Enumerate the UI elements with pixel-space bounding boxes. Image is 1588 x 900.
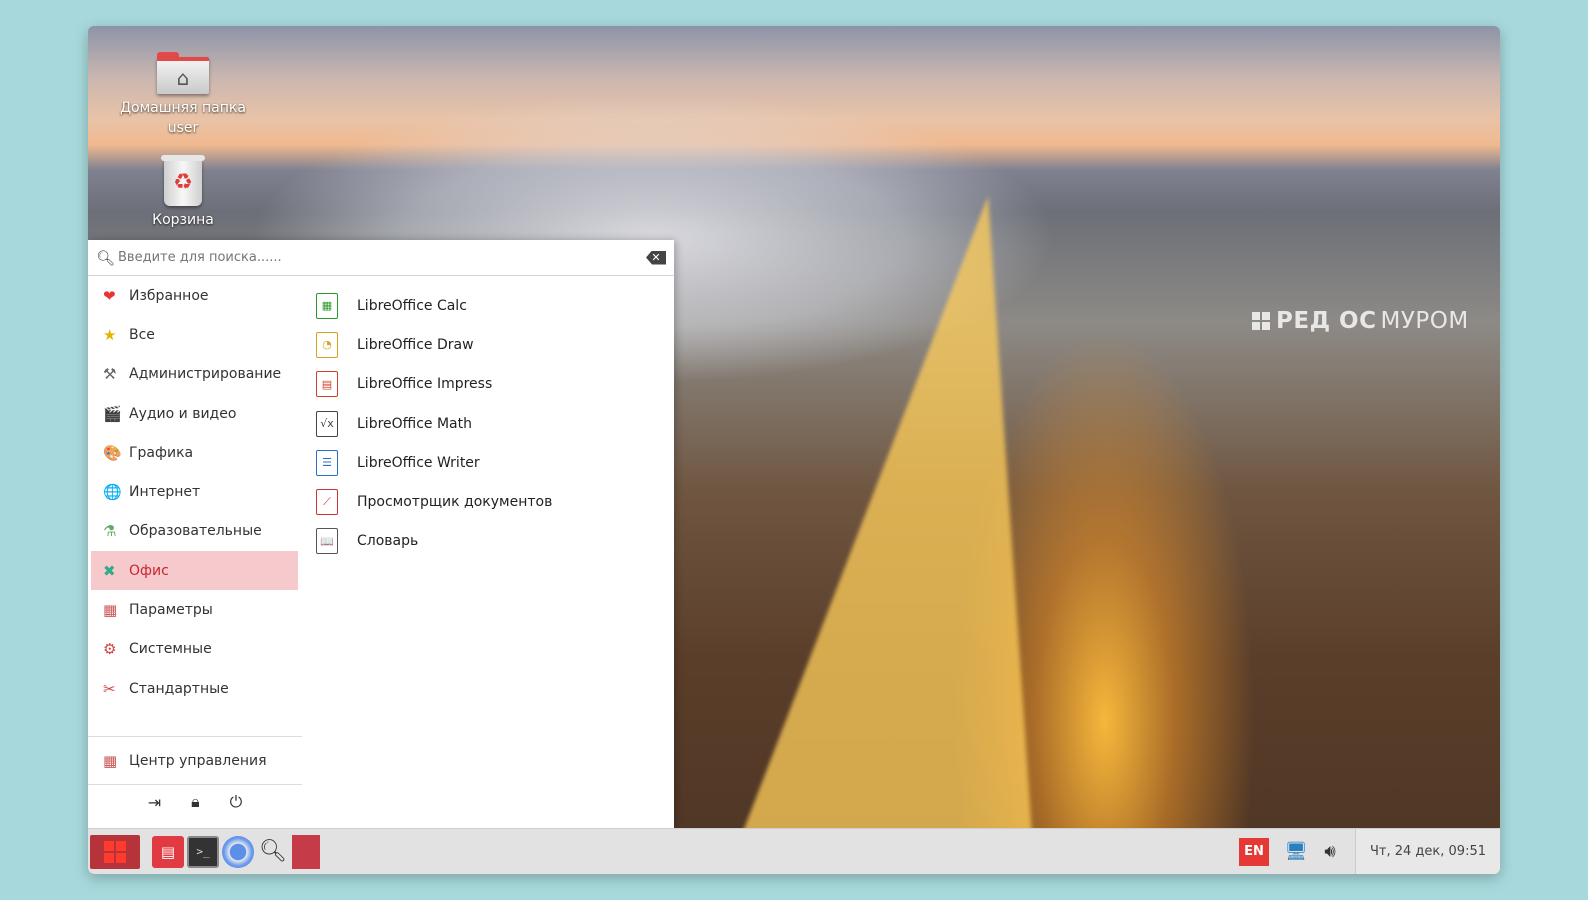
- libreoffice-calc-icon: ▦: [316, 292, 338, 319]
- menu-category-label: Образовательные: [129, 523, 262, 540]
- trash-icon: ♻: [161, 155, 205, 206]
- application-item[interactable]: √x LibreOffice Math: [316, 404, 666, 443]
- menu-category-item[interactable]: ⚒ Администрирование: [91, 355, 298, 394]
- application-list: ▦ LibreOffice Calc ◔ LibreOffice Draw ▤ Libre…: [316, 286, 666, 561]
- menu-search-bar: 🔍︎ ✕: [88, 240, 674, 276]
- menu-category-item[interactable]: 🎨 Графика: [91, 433, 298, 472]
- volume-icon[interactable]: 🔊︎: [1313, 841, 1347, 862]
- film-icon: 🎬: [103, 404, 122, 423]
- application-label: LibreOffice Impress: [357, 376, 493, 393]
- globe-icon: 🌐: [103, 483, 122, 502]
- redos-logo-icon: [1252, 312, 1270, 330]
- application-label: LibreOffice Writer: [357, 454, 480, 471]
- dictionary-icon: 📖: [316, 528, 338, 555]
- menu-category-label: Аудио и видео: [129, 405, 237, 422]
- settings-icon: ▦: [103, 601, 118, 620]
- office-icon: ✖: [103, 561, 116, 580]
- application-label: Просмотрщик документов: [357, 494, 553, 511]
- application-menu: 🔍︎ ✕ ❤ Избранное ★ Все ⚒ Администрирование 🎬 Ау…: [88, 240, 674, 828]
- logout-icon[interactable]: ⇥: [148, 793, 161, 812]
- education-icon: ⚗: [103, 522, 117, 541]
- star-icon: ★: [103, 325, 117, 344]
- menu-category-item[interactable]: ▦ Параметры: [91, 590, 298, 629]
- menu-category-label: Интернет: [129, 484, 201, 501]
- application-label: Словарь: [357, 533, 419, 550]
- heart-icon: ❤: [103, 286, 116, 305]
- session-actions: ⇥ 🔒︎ ⏻: [88, 780, 302, 824]
- libreoffice-impress-icon: ▤: [316, 371, 338, 398]
- menu-category-label: Офис: [129, 562, 169, 579]
- libreoffice-draw-icon: ◔: [316, 331, 338, 358]
- workspace-switcher[interactable]: [292, 834, 320, 869]
- system-tray: EN 🖥︎ 🔊︎ Чт, 24 дек, 09:51: [1239, 829, 1500, 874]
- menu-category-item[interactable]: 🎬 Аудио и видео: [91, 394, 298, 433]
- desktop-trash[interactable]: ♻ Корзина: [108, 155, 258, 230]
- menu-category-label: Графика: [129, 444, 194, 461]
- application-item[interactable]: ⟋ Просмотрщик документов: [316, 482, 666, 521]
- application-item[interactable]: ◔ LibreOffice Draw: [316, 325, 666, 364]
- libreoffice-writer-icon: ☰: [316, 449, 338, 476]
- start-menu-button[interactable]: [90, 834, 140, 869]
- tools-icon: ⚒: [103, 365, 117, 384]
- keyboard-layout-indicator[interactable]: EN: [1239, 837, 1269, 866]
- application-item[interactable]: ▦ LibreOffice Calc: [316, 286, 666, 325]
- menu-category-label: Стандартные: [129, 680, 229, 697]
- application-label: LibreOffice Calc: [357, 297, 467, 314]
- application-label: LibreOffice Draw: [357, 336, 474, 353]
- menu-category-label: Администрирование: [129, 366, 282, 383]
- document-viewer-icon: ⟋: [316, 489, 338, 516]
- libreoffice-math-icon: √x: [316, 410, 338, 437]
- divider: [88, 736, 302, 737]
- file-manager-icon[interactable]: ▤: [152, 835, 184, 868]
- menu-category-item[interactable]: ✖ Офис: [91, 551, 298, 591]
- menu-category-label: Параметры: [129, 602, 213, 619]
- taskbar: ▤ >_ 🔍︎ EN 🖥︎ 🔊︎ Чт, 24 дек, 09:51: [88, 828, 1500, 874]
- menu-category-item[interactable]: ✂ Стандартные: [91, 669, 298, 708]
- system-icon: ⚙: [103, 640, 117, 659]
- menu-category-item[interactable]: ⚗ Образовательные: [91, 512, 298, 551]
- menu-category-item[interactable]: 🌐 Интернет: [91, 472, 298, 511]
- power-icon[interactable]: ⏻: [230, 792, 243, 812]
- home-folder-icon: ⌂: [157, 52, 209, 94]
- accessories-icon: ✂: [103, 679, 116, 698]
- trash-label: Корзина: [152, 212, 214, 228]
- search-input[interactable]: [118, 250, 646, 265]
- browser-icon[interactable]: [222, 835, 254, 868]
- application-item[interactable]: ☰ LibreOffice Writer: [316, 443, 666, 482]
- clear-search-icon[interactable]: ✕: [646, 250, 666, 265]
- application-item[interactable]: 📖 Словарь: [316, 522, 666, 561]
- menu-category-item[interactable]: ⚙ Системные: [91, 630, 298, 669]
- control-center-label: Центр управления: [129, 752, 267, 769]
- application-label: LibreOffice Math: [357, 415, 472, 432]
- category-list: ❤ Избранное ★ Все ⚒ Администрирование 🎬 Аудио и…: [88, 276, 302, 708]
- application-item[interactable]: ▤ LibreOffice Impress: [316, 365, 666, 404]
- palette-icon: 🎨: [103, 443, 122, 462]
- menu-category-item[interactable]: ❤ Избранное: [91, 276, 298, 315]
- menu-category-item[interactable]: ★ Все: [91, 315, 298, 354]
- lock-icon[interactable]: 🔒︎: [191, 792, 200, 812]
- network-icon[interactable]: 🖥︎: [1279, 841, 1313, 862]
- desktop-home-folder[interactable]: ⌂ Домашняя папка user: [108, 52, 258, 138]
- menu-category-label: Избранное: [129, 287, 209, 304]
- clock[interactable]: Чт, 24 дек, 09:51: [1355, 829, 1500, 874]
- wallpaper-bridge: [733, 196, 1248, 856]
- terminal-icon[interactable]: >_: [187, 835, 219, 868]
- search-app-icon[interactable]: 🔍︎: [257, 836, 289, 868]
- desktop: РЕД ОС МУРОМ ⌂ Домашняя папка user ♻ Кор…: [88, 26, 1500, 874]
- os-watermark: РЕД ОС МУРОМ: [1252, 308, 1469, 334]
- control-center-icon: ▦: [103, 751, 118, 770]
- menu-category-label: Системные: [129, 641, 212, 658]
- home-folder-label: Домашняя папка user: [120, 100, 246, 136]
- control-center-item[interactable]: ▦ Центр управления: [91, 741, 298, 780]
- menu-category-label: Все: [129, 326, 155, 343]
- search-icon: 🔍︎: [96, 248, 116, 267]
